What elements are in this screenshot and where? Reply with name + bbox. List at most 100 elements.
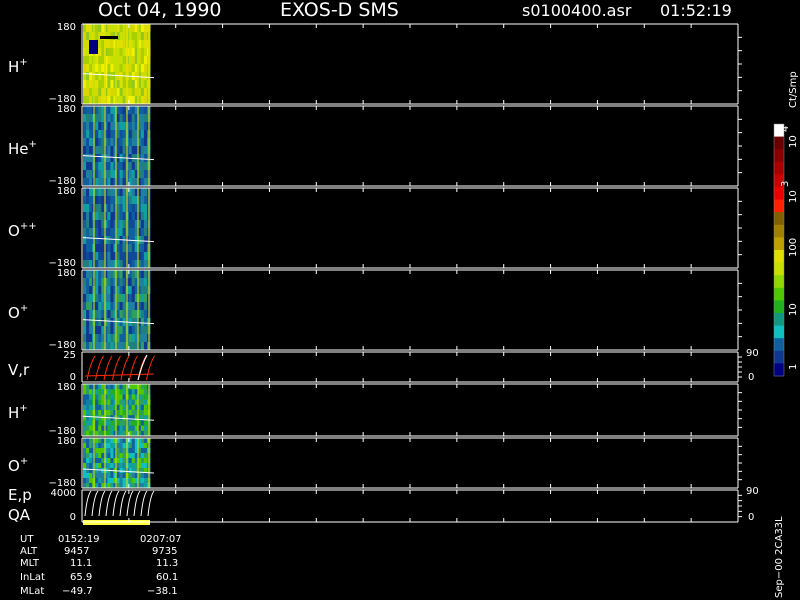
cell: [131, 425, 136, 432]
cell: [119, 404, 124, 411]
cell: [89, 270, 93, 279]
cell: [86, 420, 90, 427]
cell: [131, 220, 136, 229]
cell: [107, 130, 111, 139]
cell: [110, 326, 114, 335]
cell: [140, 162, 145, 171]
cell: [95, 236, 99, 245]
side-caption: Sep−00 2CA33L: [774, 516, 785, 598]
panel-label: E,p: [8, 486, 32, 504]
cell: [95, 448, 99, 454]
cell: [116, 64, 121, 73]
cell: [110, 220, 114, 229]
cell: [107, 410, 111, 416]
cell: [122, 32, 127, 41]
cell: [128, 294, 133, 303]
cell: [143, 425, 148, 432]
cell: [140, 410, 145, 416]
cell: [122, 270, 127, 279]
cell: [143, 228, 148, 237]
cell: [110, 48, 114, 57]
cell: [83, 389, 87, 395]
cell: [119, 399, 124, 406]
cell: [83, 278, 87, 287]
cell: [98, 468, 102, 474]
footer-mlat-end: −38.1: [147, 586, 178, 597]
cell: [110, 453, 114, 459]
cell: [89, 252, 93, 261]
cell: [143, 310, 148, 319]
panel-label-2: QA: [8, 506, 31, 524]
footer-ut-end: 0207:07: [140, 534, 182, 545]
footer-alt-end: 9735: [152, 546, 177, 557]
cell: [131, 389, 136, 395]
cell: [83, 310, 87, 319]
streak: [104, 438, 106, 488]
footer-alt-start: 9457: [64, 546, 89, 557]
cell: [119, 294, 124, 303]
cell: [116, 48, 121, 57]
streak: [104, 270, 106, 350]
cell: [128, 478, 133, 484]
cell: [98, 420, 102, 427]
cell: [122, 170, 127, 179]
cell: [122, 458, 127, 464]
cell: [86, 130, 90, 139]
cell: [95, 72, 99, 81]
footer-mlat-start: −49.7: [62, 586, 93, 597]
cell: [89, 228, 93, 237]
cell: [128, 32, 133, 41]
cell: [83, 64, 87, 73]
cell: [131, 310, 136, 319]
cell: [95, 220, 99, 229]
colorbar-swatch: [774, 136, 784, 150]
cell: [98, 453, 102, 459]
cell: [98, 443, 102, 449]
cell: [98, 114, 102, 123]
cell: [107, 425, 111, 432]
cell: [110, 154, 114, 163]
cell: [89, 130, 93, 139]
colorbar-swatch: [774, 300, 784, 314]
cell: [89, 24, 93, 33]
cell: [95, 302, 99, 311]
colorbar-swatch: [774, 237, 784, 251]
cell: [116, 473, 121, 479]
cell: [107, 326, 111, 335]
cell: [83, 270, 87, 279]
cell: [143, 178, 148, 187]
cell: [95, 278, 99, 287]
cell: [140, 114, 145, 123]
cell: [89, 294, 93, 303]
cell: [107, 310, 111, 319]
cell: [140, 453, 145, 459]
cell: [122, 40, 127, 49]
cell: [110, 40, 114, 49]
cell: [131, 270, 136, 279]
cell: [83, 212, 87, 221]
footer-label-mlt: MLT: [20, 558, 40, 569]
cell: [98, 48, 102, 57]
cell: [122, 188, 127, 197]
cell: [122, 244, 127, 253]
cell: [119, 260, 124, 269]
cell: [83, 399, 87, 406]
cell: [140, 384, 145, 390]
cell: [119, 438, 124, 444]
cell: [122, 394, 127, 401]
streak: [148, 24, 150, 104]
cell: [116, 40, 121, 49]
panel-label: V,r: [8, 361, 30, 379]
cell: [83, 448, 87, 454]
cell: [140, 146, 145, 155]
cell: [83, 80, 87, 89]
right-axis-min: 0: [748, 512, 754, 523]
streak: [115, 438, 117, 488]
cell: [86, 178, 90, 187]
cell: [95, 178, 99, 187]
cell: [95, 154, 99, 163]
cell: [143, 24, 148, 33]
cell: [131, 384, 136, 390]
cell: [89, 260, 93, 269]
cell: [116, 212, 121, 221]
